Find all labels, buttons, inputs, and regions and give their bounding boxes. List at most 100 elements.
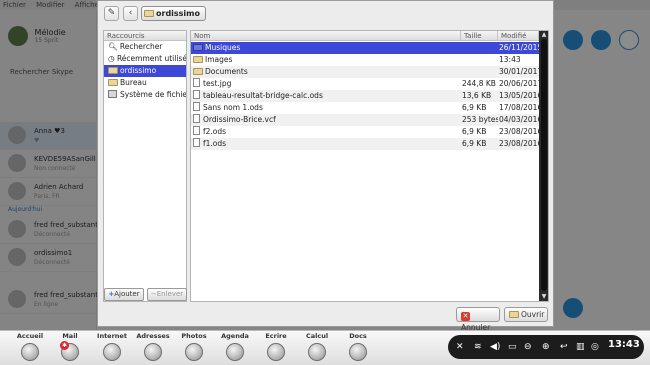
taskbar-app-ecrire[interactable]: Ecrire [256, 331, 296, 361]
trash-icon[interactable]: ▥ [576, 340, 585, 354]
file-icon [193, 102, 200, 111]
app-label: Photos [181, 332, 207, 340]
taskbar-app-accueil[interactable]: Accueil [10, 331, 50, 361]
table-row[interactable]: Ordissimo-Brice.vcf 253 bytes 04/03/2016 [191, 114, 541, 126]
volume-icon[interactable]: ◀) [490, 340, 500, 354]
column-header-name[interactable]: Nom [191, 31, 461, 41]
battery-icon[interactable]: ▭ [508, 340, 517, 354]
places-panel: Raccourcis 🔍︎ Rechercher ◷ Récemment uti… [103, 30, 187, 302]
close-icon: ✕ [461, 312, 470, 321]
globe-icon [103, 343, 121, 361]
undo-icon[interactable]: ↩ [560, 340, 568, 354]
places-header: Raccourcis [104, 31, 186, 41]
file-name: Sans nom 1.ods [203, 103, 263, 112]
tools-icon[interactable]: ✕ [456, 340, 464, 354]
file-modified: 26/11/2015 [499, 43, 541, 52]
table-row[interactable]: Images 13:43 [191, 54, 539, 66]
taskbar-app-adresses[interactable]: Adresses [133, 331, 173, 361]
home-folder-icon [108, 67, 118, 74]
file-icon [193, 126, 200, 135]
file-name-cell: Images [193, 54, 461, 66]
mail-notification-icon: ✱ [60, 341, 69, 350]
place-recent[interactable]: ◷ Récemment utilisés [104, 53, 186, 65]
file-name: f1.ods [203, 139, 227, 148]
app-label: Agenda [221, 332, 249, 340]
scrollbar-thumb[interactable] [541, 39, 547, 291]
file-name: tableau-resultat-bridge-calc.ods [203, 91, 323, 100]
file-name-cell: Ordissimo-Brice.vcf [193, 114, 461, 126]
vertical-scrollbar[interactable]: ▲ ▼ [539, 31, 548, 301]
column-header-size[interactable]: Taille [461, 31, 498, 41]
taskbar-app-docs[interactable]: Docs [338, 331, 378, 361]
clock-icon: ◷ [108, 54, 115, 63]
clock: 13:43 [608, 339, 640, 350]
file-size: 6,9 KB [462, 139, 487, 148]
app-label: Accueil [16, 332, 44, 340]
scroll-up-arrow-icon[interactable]: ▲ [540, 32, 548, 38]
minus-circle-icon[interactable]: ⊖ [524, 340, 532, 354]
app-label: Adresses [136, 332, 170, 340]
plus-circle-icon[interactable]: ⊕ [542, 340, 550, 354]
taskbar-app-internet[interactable]: Internet [92, 331, 132, 361]
table-row[interactable]: tableau-resultat-bridge-calc.ods 13,6 KB… [191, 90, 541, 102]
taskbar-app-mail[interactable]: Mail [50, 331, 90, 361]
taskbar-app-calcul[interactable]: Calcul [297, 331, 337, 361]
open-label: Ouvrir [521, 310, 545, 319]
folder-open-icon [509, 311, 519, 318]
text-icon [267, 343, 285, 361]
place-bureau[interactable]: Bureau [104, 77, 186, 89]
table-row[interactable]: f1.ods 6,9 KB 23/08/2016 [191, 138, 541, 150]
taskbar-app-photos[interactable]: Photos [174, 331, 214, 361]
place-label: Récemment utilisés [116, 54, 186, 63]
file-size: 13,6 KB [462, 91, 492, 100]
place-rechercher[interactable]: 🔍︎ Rechercher [104, 41, 186, 53]
file-name: Images [205, 55, 233, 64]
home-icon [21, 343, 39, 361]
place-label: Rechercher [119, 42, 163, 51]
table-row[interactable]: test.jpg 244,8 KB 20/06/2017 [191, 78, 541, 90]
remove-place-button[interactable]: −Enlever [147, 288, 187, 301]
file-name: Documents [205, 67, 248, 76]
file-size: 253 bytes [462, 115, 498, 124]
taskbar-app-agenda[interactable]: Agenda [215, 331, 255, 361]
table-row[interactable]: f2.ods 6,9 KB 23/08/2016 [191, 126, 541, 138]
file-modified: 30/01/2017 [499, 67, 541, 76]
file-name-cell: f1.ods [193, 138, 461, 150]
place-home[interactable]: ordissimo [104, 65, 186, 77]
scroll-down-arrow-icon[interactable]: ▼ [540, 294, 548, 300]
file-name: Musiques [205, 43, 241, 52]
place-label: ordissimo [120, 66, 157, 75]
app-label: Mail [62, 332, 78, 340]
file-chooser-dialog: ✎ ‹ ordissimo Raccourcis 🔍︎ Rechercher ◷… [97, 0, 554, 332]
camera-icon [185, 343, 203, 361]
table-row[interactable]: Musiques 26/11/2015 [191, 42, 541, 54]
help-icon[interactable]: ◎ [591, 340, 599, 354]
chevron-left-icon: ‹ [128, 8, 133, 18]
breadcrumb[interactable]: ordissimo [141, 6, 207, 21]
column-header-modified[interactable]: Modifié [498, 31, 539, 41]
add-place-button[interactable]: +Ajouter [104, 288, 144, 301]
table-row[interactable]: Documents 30/01/2017 [191, 66, 541, 78]
folder-icon [193, 56, 203, 63]
pencil-icon: ✎ [107, 8, 116, 18]
desktop-folder-icon [108, 79, 118, 86]
app-label: Calcul [305, 332, 329, 340]
add-place-label: Ajouter [114, 290, 140, 298]
table-row[interactable]: Sans nom 1.ods 6,9 KB 17/08/2016 [191, 102, 541, 114]
folder-icon [193, 68, 203, 75]
file-modified: 23/08/2016 [499, 127, 541, 136]
file-size: 6,9 KB [462, 127, 487, 136]
back-path-button[interactable]: ‹ [123, 6, 138, 21]
file-size: 244,8 KB [462, 79, 496, 88]
file-size: 6,9 KB [462, 103, 487, 112]
file-modified: 23/08/2016 [499, 139, 541, 148]
file-icon [193, 90, 200, 99]
cancel-button[interactable]: ✕Annuler [456, 307, 500, 332]
folder-icon [193, 44, 203, 51]
wifi-icon[interactable]: ≋ [474, 340, 482, 354]
file-name-cell: Documents [193, 66, 461, 78]
file-icon [193, 138, 200, 147]
place-filesystem[interactable]: Système de fichiers [104, 89, 186, 101]
open-button[interactable]: Ouvrir [504, 307, 548, 322]
edit-location-button[interactable]: ✎ [104, 6, 119, 21]
